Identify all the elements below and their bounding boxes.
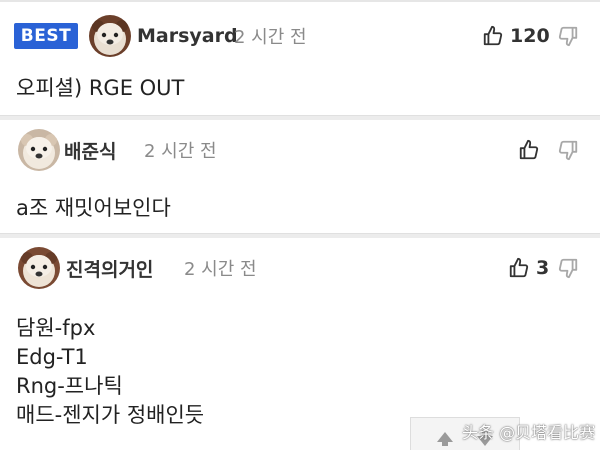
like-count: 3 — [536, 257, 550, 279]
comment-body: 오피셜) RGE OUT — [16, 76, 185, 100]
body-line: Edg-T1 — [16, 345, 88, 369]
like-count: 120 — [510, 25, 550, 47]
body-line: 매드-젠지가 정배인듯 — [16, 403, 205, 427]
arrow-up-icon[interactable] — [435, 430, 455, 450]
best-badge: BEST — [14, 23, 78, 49]
comment-feed: BEST Marsyard 2 시간 전 120 오피셜) RGE OUT 배준… — [0, 0, 600, 450]
body-line: Rng-프나틱 — [16, 374, 123, 398]
author-name[interactable]: 진격의거인 — [66, 255, 153, 282]
comment: 배준식 2 시간 전 a조 재밋어보인다 — [0, 120, 600, 238]
thumbs-down-icon — [558, 26, 578, 47]
like-button[interactable]: 3 — [508, 257, 549, 279]
body-line: 담원-fpx — [16, 316, 96, 340]
comment-best: BEST Marsyard 2 시간 전 120 오피셜) RGE OUT — [0, 2, 600, 120]
dislike-button[interactable] — [557, 25, 579, 47]
thumbs-up-icon — [483, 25, 503, 46]
thumbs-down-icon — [558, 140, 578, 161]
comment-header: BEST Marsyard 2 시간 전 120 — [0, 14, 600, 58]
comment-header: 진격의거인 2 시간 전 3 — [0, 246, 600, 290]
dislike-button[interactable] — [557, 257, 579, 279]
watermark: 头条 @贝塔看比赛 — [462, 423, 596, 442]
avatar[interactable] — [89, 15, 131, 57]
comment-time: 2 시간 전 — [184, 259, 257, 280]
like-button[interactable] — [518, 139, 546, 161]
like-button[interactable]: 120 — [482, 25, 550, 47]
author-name[interactable]: 배준식 — [64, 137, 116, 164]
comment-body: a조 재밋어보인다 — [16, 196, 171, 220]
avatar[interactable] — [18, 129, 60, 171]
thumbs-down-icon — [558, 258, 578, 279]
thumbs-up-icon — [509, 257, 529, 278]
comment-time: 2 시간 전 — [144, 141, 217, 162]
comment-header: 배준식 2 시간 전 — [0, 128, 600, 172]
author-name[interactable]: Marsyard — [137, 25, 238, 47]
comment-time: 2 시간 전 — [234, 27, 307, 48]
avatar[interactable] — [18, 247, 60, 289]
dislike-button[interactable] — [557, 139, 579, 161]
thumbs-up-icon — [519, 139, 539, 160]
comment-body: 담원-fpx Edg-T1 Rng-프나틱 매드-젠지가 정배인듯 — [16, 314, 204, 430]
